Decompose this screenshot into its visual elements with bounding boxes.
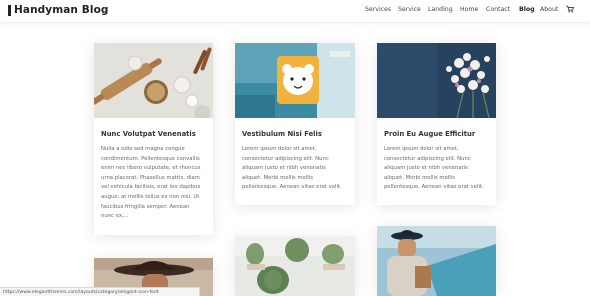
post-thumbnail-flowers[interactable] (377, 43, 496, 118)
nav-item-service[interactable]: Service (398, 6, 421, 13)
post-thumbnail-baking[interactable] (94, 43, 213, 118)
excerpt-line: vel vehicula facilisis, erat leo dapibus (101, 184, 201, 191)
post-excerpt: Lorem ipsum dolor sit amet, consectetur … (384, 145, 484, 193)
logo-mark[interactable] (8, 5, 11, 16)
blog-post-card[interactable] (235, 236, 355, 296)
excerpt-line: urna placerat. Phasellus mattis, diam (101, 174, 200, 181)
site-logo[interactable]: Handyman Blog (14, 4, 109, 16)
shopping-cart-icon[interactable] (566, 5, 574, 13)
nav-item-contact[interactable]: Contact (486, 6, 510, 13)
blog-post-card[interactable]: Nunc Volutpat Venenatis Nulla a odio sed… (94, 43, 213, 235)
post-thumbnail-cactus[interactable] (235, 236, 355, 296)
excerpt-line: nunc ex,... (101, 213, 129, 220)
nav-item-services[interactable]: Services (365, 6, 391, 13)
post-thumbnail-pillow[interactable] (235, 43, 355, 118)
blog-post-card[interactable] (377, 226, 496, 296)
excerpt-line: faucibus fringilla semper. Aenean (101, 203, 190, 210)
excerpt-line: Nulla a odio sed magna congue (101, 146, 185, 152)
blog-post-card[interactable]: Vestibulum Nisi Felis Lorem ipsum dolor … (235, 43, 355, 205)
excerpt-line: augue, at mollis tellus ex non nisi. Ut (101, 193, 200, 200)
post-title[interactable]: Vestibulum Nisi Felis (242, 130, 322, 138)
excerpt-line: Lorem ipsum dolor sit amet, (384, 146, 459, 152)
blog-post-card[interactable]: Proin Eu Augue Efficitur Lorem ipsum dol… (377, 43, 496, 205)
nav-item-about[interactable]: About (540, 6, 558, 13)
excerpt-line: consectetur adipiscing elit. Nunc (242, 155, 329, 162)
excerpt-line: aliquet. Morbi mollis mollis (242, 174, 313, 181)
excerpt-line: condimentum. Pellentesque convallis (101, 155, 200, 162)
excerpt-line: Lorem ipsum dolor sit amet, (242, 146, 317, 152)
post-excerpt: Nulla a odio sed magna congue condimentu… (101, 145, 201, 222)
excerpt-line: aliquet. Morbi mollis mollis (384, 174, 455, 181)
post-thumbnail-traveler[interactable] (377, 226, 496, 296)
nav-item-home[interactable]: Home (460, 6, 478, 13)
excerpt-line: aliquam justo et nibh venenatis (242, 165, 326, 172)
post-excerpt: Lorem ipsum dolor sit amet, consectetur … (242, 145, 342, 193)
excerpt-line: consectetur adipiscing elit. Nunc (384, 155, 471, 162)
nav-item-blog[interactable]: Blog (519, 6, 535, 13)
excerpt-line: pellentesque. Aenean vitae erat velit. (242, 184, 342, 191)
excerpt-line: aliquam justo et nibh venenatis (384, 165, 468, 172)
site-header: Handyman Blog Services Service Landing H… (0, 0, 590, 22)
nav-item-landing[interactable]: Landing (428, 6, 453, 13)
post-title[interactable]: Nunc Volutpat Venenatis (101, 130, 196, 138)
browser-status-bar: https://www.elegantthemes.com/layouts/ca… (0, 287, 200, 296)
post-title[interactable]: Proin Eu Augue Efficitur (384, 130, 475, 138)
excerpt-line: enim nec libero vulputate, et rhoncus (101, 165, 201, 172)
excerpt-line: pellentesque. Aenean vitae erat velit. (384, 184, 484, 191)
